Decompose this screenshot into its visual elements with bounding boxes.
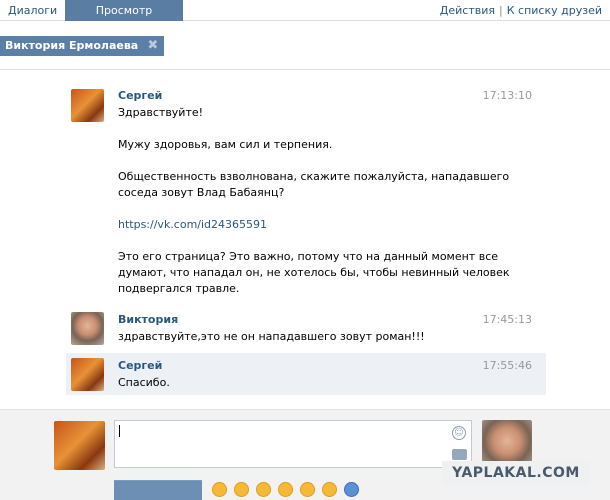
message-item: Виктория 17:45:13 здравствуйте,это не он… [66, 307, 546, 347]
close-icon[interactable]: ✖ [147, 36, 158, 56]
emoji-icon[interactable] [212, 482, 227, 497]
emoji-icon[interactable] [344, 482, 359, 497]
message-item: Сергей 17:55:46 Спасибо. [66, 353, 546, 395]
emoji-icon[interactable] [256, 482, 271, 497]
message-paragraph: Общественность взволнована, скажите пожа… [118, 170, 510, 199]
top-tab-bar: Диалоги Просмотр диалогов Действия | К спи… [0, 0, 610, 38]
message-paragraph: Спасибо. [118, 376, 170, 389]
smile-icon[interactable]: ☺ [452, 426, 466, 440]
message-time[interactable]: 17:55:46 [483, 359, 532, 372]
emoji-bar [212, 482, 372, 498]
links-separator: | [499, 4, 503, 17]
emoji-icon[interactable] [300, 482, 315, 497]
message-paragraph: Мужу здоровья, вам сил и терпения. [118, 138, 333, 151]
message-author[interactable]: Виктория [118, 313, 178, 326]
actions-link[interactable]: Действия [440, 4, 495, 17]
friends-list-link[interactable]: К списку друзей [507, 4, 602, 17]
message-author[interactable]: Сергей [118, 359, 162, 372]
dialog-chip[interactable]: Виктория Ермолаева ✖ [0, 36, 165, 56]
message-paragraph: Здравствуйте! [118, 106, 204, 119]
avatar[interactable] [71, 312, 104, 345]
dialog-chip-row: Виктория Ермолаева ✖ [0, 22, 610, 70]
dialog-chip-name: Виктория Ермолаева [5, 39, 139, 52]
message-history: Сергей 17:13:10 Здравствуйте! Мужу здоро… [0, 71, 610, 409]
message-link[interactable]: https://vk.com/id24365591 [118, 217, 518, 233]
message-author[interactable]: Сергей [118, 89, 162, 102]
tab-view-dialogs[interactable]: Просмотр диалогов [65, 0, 183, 38]
emoji-icon[interactable] [234, 482, 249, 497]
tab-dialogs[interactable]: Диалоги [0, 0, 62, 21]
message-item: Сергей 17:13:10 Здравствуйте! Мужу здоро… [66, 83, 546, 303]
message-time[interactable]: 17:45:13 [483, 313, 532, 326]
my-avatar[interactable] [54, 421, 105, 470]
send-button[interactable] [114, 480, 202, 500]
avatar[interactable] [71, 358, 104, 391]
message-time[interactable]: 17:13:10 [483, 89, 532, 102]
emoji-icon[interactable] [278, 482, 293, 497]
camera-icon[interactable] [452, 449, 467, 460]
top-links: Действия | К списку друзей [440, 0, 602, 21]
message-paragraph: Это его страница? Это важно, потому что … [118, 250, 510, 295]
message-body: здравствуйте,это не он нападавшего зовут… [118, 329, 518, 345]
watermark: YAPLAKAL.COM [442, 461, 590, 485]
text-caret [119, 425, 120, 437]
message-input[interactable] [114, 420, 472, 468]
emoji-icon[interactable] [322, 482, 337, 497]
message-composer: ☺ online YAPLAKAL.COM [0, 409, 610, 500]
message-paragraph: здравствуйте,это не он нападавшего зовут… [118, 330, 425, 343]
message-body: Спасибо. [118, 375, 518, 391]
message-body: Здравствуйте! Мужу здоровья, вам сил и т… [118, 105, 518, 297]
avatar[interactable] [71, 89, 104, 122]
